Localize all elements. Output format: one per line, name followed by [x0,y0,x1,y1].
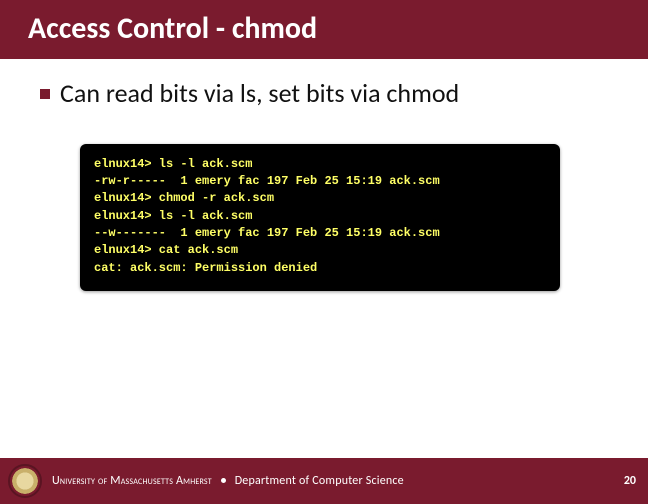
slide-title: Access Control - chmod [28,10,317,47]
footer-department: Department of Computer Science [235,474,404,488]
terminal-line: --w------- 1 emery fac 197 Feb 25 15:19 … [94,225,546,242]
university-seal-icon [8,464,42,498]
footer-university: University of Massachusetts Amherst [52,474,212,488]
bullet-text: Can read bits via ls, set bits via chmod [60,77,459,110]
page-number: 20 [624,474,636,488]
terminal-line: cat: ack.scm: Permission denied [94,260,546,277]
terminal-line: elnux14> ls -l ack.scm [94,208,546,225]
terminal-line: elnux14> ls -l ack.scm [94,156,546,173]
footer-text: University of Massachusetts Amherst Depa… [52,474,624,488]
terminal-block: elnux14> ls -l ack.scm -rw-r----- 1 emer… [80,144,560,292]
terminal-line: elnux14> cat ack.scm [94,242,546,259]
terminal-line: -rw-r----- 1 emery fac 197 Feb 25 15:19 … [94,173,546,190]
slide: Access Control - chmod Can read bits via… [0,0,648,504]
slide-body: Can read bits via ls, set bits via chmod… [0,59,648,504]
slide-title-bar: Access Control - chmod [0,0,648,59]
separator-dot-icon [221,478,226,483]
terminal-line: elnux14> chmod -r ack.scm [94,190,546,207]
bullet-square-icon [40,89,50,99]
bullet-item: Can read bits via ls, set bits via chmod [40,77,620,110]
footer-bar: University of Massachusetts Amherst Depa… [0,458,648,504]
